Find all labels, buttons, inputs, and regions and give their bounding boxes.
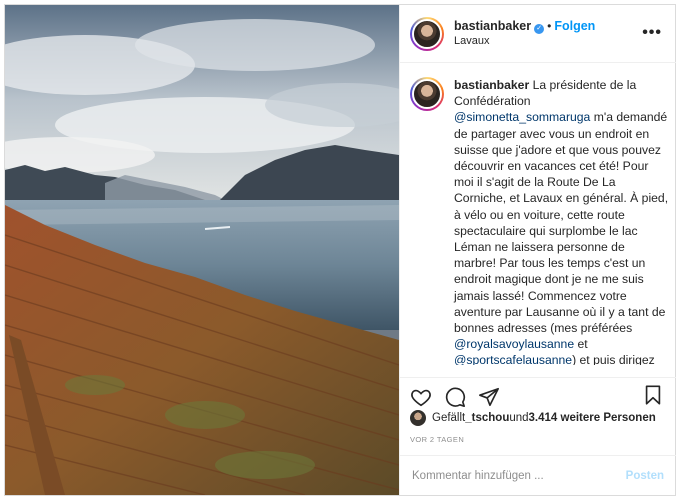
likes-summary: Gefällt _tschou und 3.414 weitere Person… [410,409,656,427]
caption-avatar-ring[interactable] [410,77,444,111]
lavaux-landscape-image [5,5,399,495]
mention-link[interactable]: @sportscafelausanne [454,353,572,365]
author-avatar-ring[interactable] [410,16,444,51]
verified-badge-icon: ✓ [534,24,545,34]
post-header: bastianbaker ✓ • Folgen Lavaux ••• [400,5,676,63]
author-username[interactable]: bastianbaker [454,19,531,33]
separator-dot: • [547,19,552,33]
mention-link[interactable]: @simonetta_sommaruga [454,110,590,124]
likes-middle: und [509,412,529,424]
comment-input[interactable] [412,469,626,482]
author-avatar[interactable] [412,18,442,49]
post-location[interactable]: Lavaux [454,34,595,49]
instagram-post: bastianbaker ✓ • Folgen Lavaux ••• bastianb… [4,4,676,496]
follow-button[interactable]: Folgen [554,19,595,33]
bookmark-icon[interactable] [642,384,664,406]
caption-avatar[interactable] [412,79,442,109]
heart-icon[interactable] [410,386,432,408]
likes-count[interactable]: 3.414 weitere Personen [529,412,656,424]
post-photo[interactable] [5,5,399,495]
comment-icon[interactable] [444,386,466,408]
caption-text-part: m'a demandé de partager avec vous un end… [454,110,669,336]
post-side-panel: bastianbaker ✓ • Folgen Lavaux ••• bastianb… [399,5,676,495]
paper-plane-icon[interactable] [478,386,500,408]
post-header-text: bastianbaker ✓ • Folgen Lavaux [454,18,595,49]
caption-username[interactable]: bastianbaker [454,78,529,92]
liker-username[interactable]: _tschou [465,412,509,424]
mention-link[interactable]: @royalsavoylausanne [454,337,574,351]
post-actions [400,377,676,409]
caption-text: bastianbaker La présidente de la Confédé… [454,77,670,365]
comment-bar: Posten [400,455,676,495]
caption-text-part: et [574,337,588,352]
likes-prefix: Gefällt [432,412,466,424]
post-comment-button[interactable]: Posten [626,470,664,482]
post-timestamp[interactable]: VOR 2 TAGEN [410,435,464,444]
liker-avatar[interactable] [410,410,426,426]
more-options-icon[interactable]: ••• [642,25,662,41]
post-caption: bastianbaker La présidente de la Confédé… [410,77,672,365]
